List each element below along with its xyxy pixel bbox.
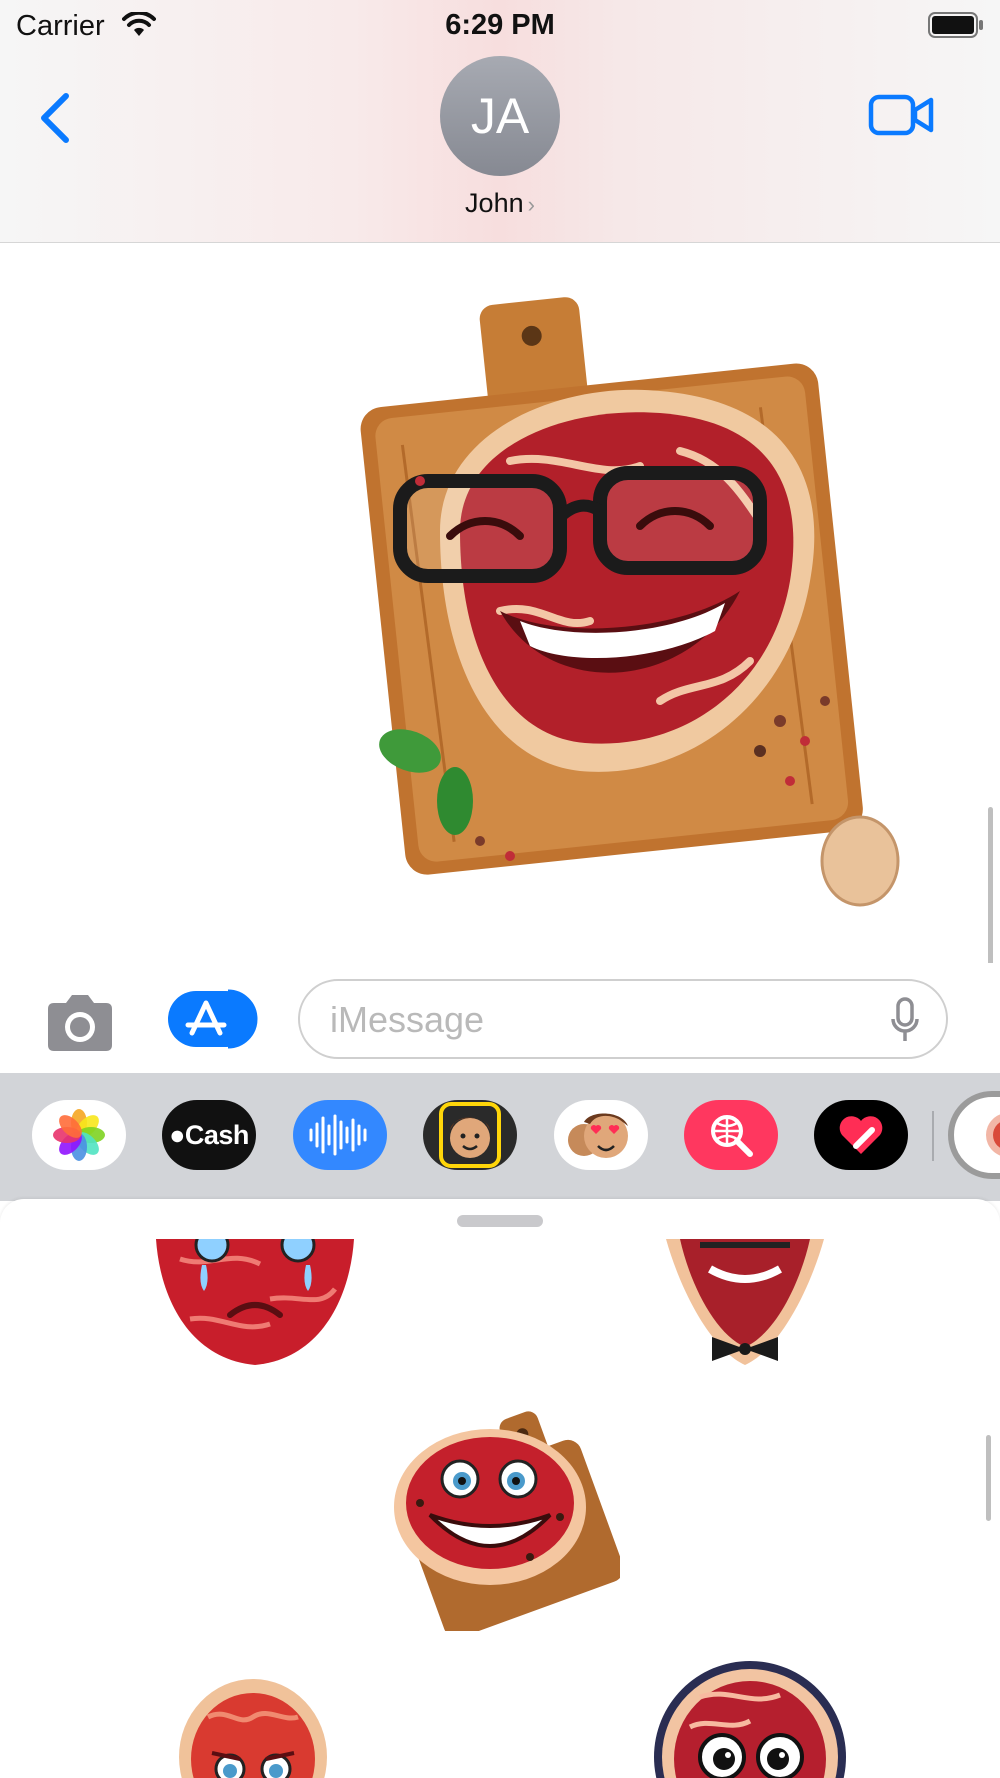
cash-label: Cash [184, 1119, 250, 1150]
memoji-heart-eyes-icon [568, 1113, 628, 1158]
steak-with-bowtie-sticker[interactable] [660, 1239, 830, 1369]
steak-glasses-sticker-message[interactable] [360, 281, 920, 921]
status-bar: Carrier 6:29 PM [0, 0, 1000, 50]
audio-message-app-button[interactable] [293, 1100, 387, 1170]
contact-avatar[interactable]: JA [440, 56, 560, 176]
heart-icon [839, 1116, 883, 1154]
sheet-grabber[interactable] [457, 1215, 543, 1227]
sticker-scroll-indicator [986, 1435, 991, 1521]
sad-steak-sticker[interactable] [178, 1677, 328, 1778]
memoji-app-button[interactable] [554, 1100, 648, 1170]
imessage-field[interactable] [298, 979, 948, 1059]
apple-cash-app-button[interactable]: ● Cash [162, 1100, 256, 1170]
drawer-divider [932, 1111, 934, 1161]
facetime-video-icon[interactable] [868, 92, 934, 138]
crying-steak-sticker[interactable] [150, 1239, 360, 1369]
apple-logo-icon: ● [169, 1119, 185, 1150]
back-chevron-icon[interactable] [36, 90, 76, 146]
battery-icon [928, 12, 983, 38]
camera-icon[interactable] [42, 993, 118, 1053]
steak-stickers-app-button[interactable] [948, 1091, 1000, 1179]
photos-app-button[interactable] [32, 1100, 126, 1170]
image-search-app-button[interactable] [684, 1100, 778, 1170]
surprised-steak-sticker[interactable] [650, 1657, 850, 1778]
memoji-stickers-app-button[interactable] [423, 1100, 517, 1170]
sticker-browser[interactable] [0, 1199, 1000, 1778]
steak-sticker-app-icon [986, 1114, 1000, 1156]
waveform-icon [309, 1114, 367, 1156]
chevron-right-icon: › [527, 192, 535, 217]
smiling-steak-on-board-sticker[interactable] [380, 1407, 620, 1631]
digital-touch-app-button[interactable] [814, 1100, 908, 1170]
app-drawer: ● Cash [0, 1073, 1000, 1201]
conversation-header: Carrier 6:29 PM JA John › [0, 0, 1000, 243]
photos-icon [53, 1109, 105, 1161]
globe-search-icon [711, 1115, 753, 1157]
clock: 6:29 PM [445, 9, 555, 41]
compose-bar [0, 963, 1000, 1073]
contact-name-button[interactable]: John › [0, 188, 1000, 219]
app-store-icon[interactable] [168, 989, 258, 1049]
microphone-icon[interactable] [890, 997, 920, 1043]
contact-name: John [465, 188, 524, 218]
message-list[interactable] [0, 243, 1000, 1191]
memoji-face-icon [439, 1102, 501, 1168]
message-input[interactable] [328, 995, 852, 1045]
